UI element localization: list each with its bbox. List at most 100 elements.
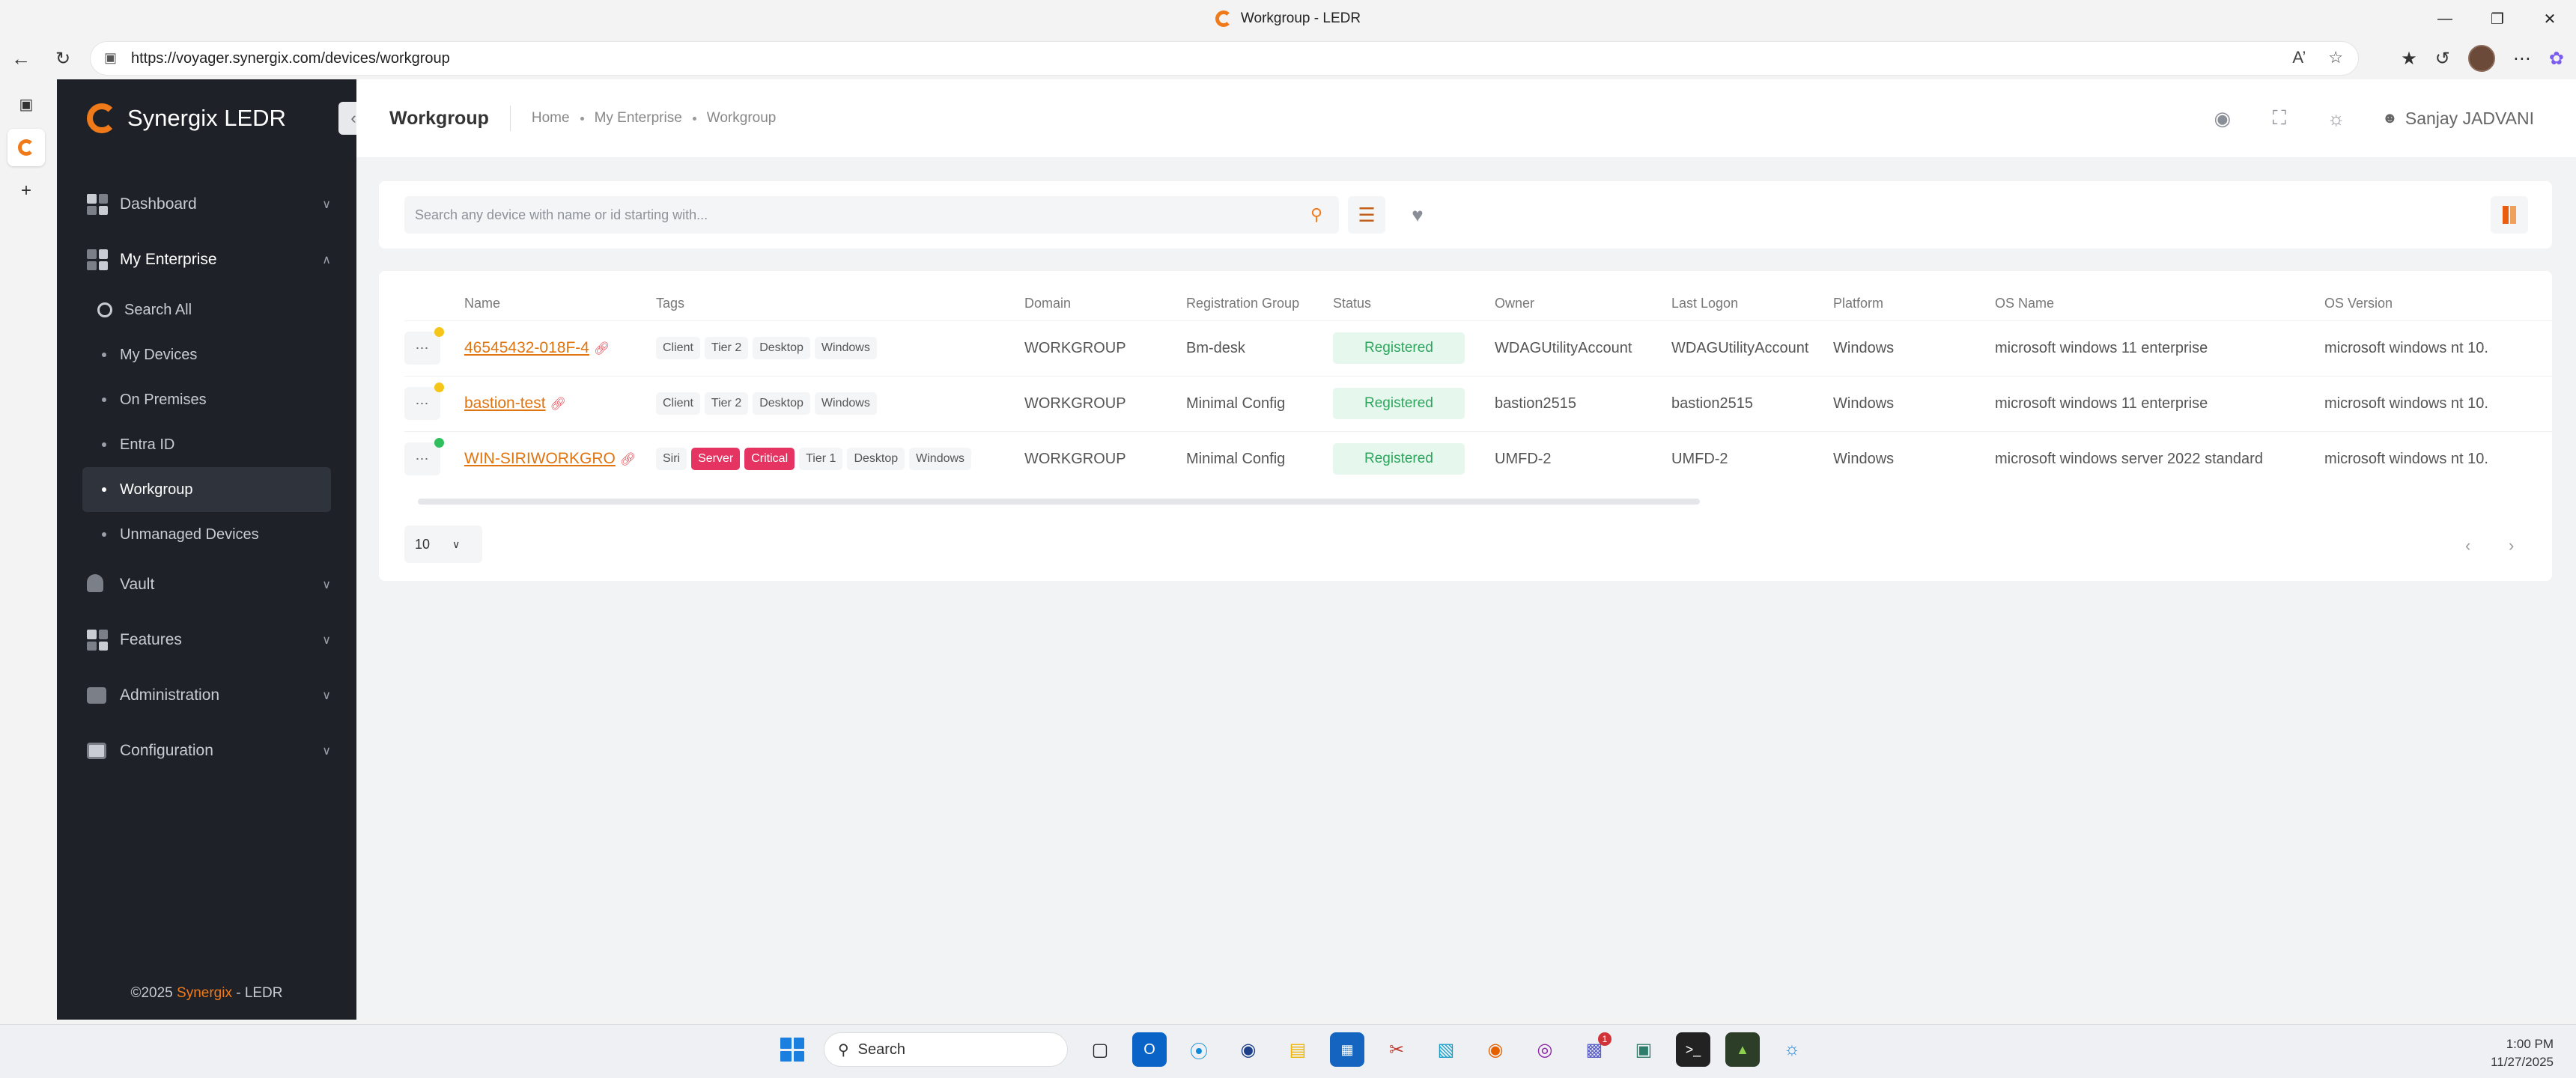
refresh-button[interactable]: ↻ xyxy=(42,37,84,79)
close-window-button[interactable]: ✕ xyxy=(2524,0,2576,37)
column-header[interactable]: Domain xyxy=(1024,287,1186,320)
device-tag[interactable]: Windows xyxy=(814,337,877,359)
password-manager-icon[interactable]: ◉ xyxy=(1231,1032,1266,1067)
globe-app-icon[interactable]: ☼ xyxy=(1775,1032,1809,1067)
read-aloud-icon[interactable]: A’ xyxy=(2292,48,2306,67)
column-header[interactable]: Last Logon xyxy=(1671,287,1833,320)
history-icon[interactable]: ↺ xyxy=(2435,48,2450,70)
sidebar-item-my-enterprise[interactable]: My Enterprise ∧ xyxy=(57,232,356,287)
table-row[interactable]: ⋯ 46545432-018F-4 🔗︎ Client Tier 2 Desktop Win… xyxy=(404,320,2552,376)
table-row[interactable]: ⋯ bastion-test 🔗︎ Client Tier 2 Desktop Window… xyxy=(404,375,2552,431)
device-tag[interactable]: Tier 1 xyxy=(799,448,843,471)
row-actions-button[interactable]: ⋯ xyxy=(404,332,440,365)
registration-group-cell: Minimal Config xyxy=(1186,375,1333,431)
filter-button[interactable]: ☰ xyxy=(1348,196,1385,234)
device-name-link[interactable]: bastion-test xyxy=(464,395,546,412)
sidebar-item-entra-id[interactable]: Entra ID xyxy=(82,422,331,467)
footer-suffix: - LEDR xyxy=(231,985,283,1001)
favorites-button[interactable]: ♥ xyxy=(1399,196,1436,234)
outlook-icon[interactable]: O xyxy=(1132,1032,1167,1067)
firefox-icon[interactable]: ◉ xyxy=(1478,1032,1513,1067)
edge-icon[interactable]: ⦿ xyxy=(1182,1032,1216,1067)
start-button[interactable] xyxy=(776,1033,809,1066)
snipping-tool-icon[interactable]: ✂ xyxy=(1379,1032,1414,1067)
previous-page-button[interactable]: ‹ xyxy=(2465,536,2470,555)
row-actions-button[interactable]: ⋯ xyxy=(404,442,440,476)
device-tag[interactable]: Windows xyxy=(814,392,877,415)
device-tag[interactable]: Desktop xyxy=(753,392,810,415)
page-size-select[interactable]: 10 ∨ xyxy=(404,526,482,563)
new-tab-button[interactable]: + xyxy=(7,172,45,210)
device-search-input[interactable] xyxy=(415,207,1298,223)
file-explorer-icon[interactable]: ▤ xyxy=(1281,1032,1315,1067)
mask-app-icon[interactable]: ◎ xyxy=(1528,1032,1562,1067)
sqlyog-icon[interactable]: ▲ xyxy=(1725,1032,1760,1067)
sidebar-item-unmanaged-devices[interactable]: Unmanaged Devices xyxy=(82,512,331,557)
minimize-button[interactable]: — xyxy=(2419,0,2471,37)
device-tag[interactable]: Windows xyxy=(909,448,972,471)
column-header[interactable]: OS Name xyxy=(1995,287,2324,320)
office-icon[interactable]: ▧ xyxy=(1429,1032,1463,1067)
shield-status-icon[interactable]: ◉ xyxy=(2211,107,2234,130)
sidebar-item-search-all[interactable]: Search All xyxy=(82,287,331,332)
more-menu-icon[interactable]: ⋯ xyxy=(2513,48,2531,70)
brand[interactable]: Synergix LEDR xyxy=(57,79,356,157)
device-tag[interactable]: Desktop xyxy=(753,337,810,359)
search-icon[interactable]: ⚲ xyxy=(1310,205,1330,225)
restore-button[interactable]: ❐ xyxy=(2471,0,2524,37)
next-page-button[interactable]: › xyxy=(2509,536,2514,555)
device-tag[interactable]: Critical xyxy=(744,448,795,471)
sidebar-item-features[interactable]: Features ∨ xyxy=(57,612,356,668)
site-info-icon[interactable]: ▣ xyxy=(104,50,121,67)
teams-icon[interactable]: ▩ 1 xyxy=(1577,1032,1611,1067)
device-tag[interactable]: Client xyxy=(656,337,700,359)
row-actions-button[interactable]: ⋯ xyxy=(404,387,440,420)
column-header[interactable]: Platform xyxy=(1833,287,1995,320)
column-header[interactable]: Status xyxy=(1333,287,1495,320)
device-tag[interactable]: Desktop xyxy=(847,448,905,471)
device-name-link[interactable]: 46545432-018F-4 xyxy=(464,339,589,356)
tab-ledr[interactable] xyxy=(7,129,45,166)
column-header[interactable]: Registration Group xyxy=(1186,287,1333,320)
column-header[interactable]: Tags xyxy=(656,287,1024,320)
sidebar-item-dashboard[interactable]: Dashboard ∨ xyxy=(57,177,356,232)
theme-toggle-icon[interactable]: ☼ xyxy=(2325,107,2348,130)
table-row[interactable]: ⋯ WIN-SIRIWORKGRO 🔗︎ Siri Server Critical Tier… xyxy=(404,430,2552,487)
column-layout-button[interactable] xyxy=(2491,196,2528,234)
sidebar-item-my-devices[interactable]: My Devices xyxy=(82,332,331,377)
terminal-icon[interactable]: >_ xyxy=(1676,1032,1710,1067)
sidebar-item-administration[interactable]: Administration ∨ xyxy=(57,668,356,723)
platform-cell: Windows xyxy=(1833,430,1995,487)
photo-viewer-icon[interactable]: ▣ xyxy=(1626,1032,1661,1067)
device-name-link[interactable]: WIN-SIRIWORKGRO xyxy=(464,450,616,467)
device-tag[interactable]: Tier 2 xyxy=(704,392,749,415)
sidebar-item-on-premises[interactable]: On Premises xyxy=(82,377,331,422)
copilot-icon[interactable]: ✿ xyxy=(2549,48,2564,70)
task-view-icon[interactable]: ▢ xyxy=(1083,1032,1117,1067)
device-tag[interactable]: Tier 2 xyxy=(704,337,749,359)
column-header[interactable]: OS Version xyxy=(2324,287,2552,320)
device-tag[interactable]: Server xyxy=(691,448,741,471)
breadcrumb-my-enterprise[interactable]: My Enterprise xyxy=(595,110,682,127)
device-tag[interactable]: Siri xyxy=(656,448,687,471)
device-tag[interactable]: Client xyxy=(656,392,700,415)
store-icon[interactable]: ▦ xyxy=(1330,1032,1364,1067)
sidebar-item-vault[interactable]: Vault ∨ xyxy=(57,557,356,612)
profile-avatar[interactable] xyxy=(2467,45,2495,72)
favorite-star-icon[interactable]: ☆ xyxy=(2328,48,2343,67)
scan-icon[interactable]: ⛶ xyxy=(2268,106,2291,130)
back-button[interactable]: ← xyxy=(0,37,42,79)
column-header[interactable]: Name xyxy=(464,287,656,320)
system-clock[interactable]: 1:00 PM 11/27/2025 xyxy=(2491,1035,2554,1071)
horizontal-scrollbar[interactable] xyxy=(418,499,1700,505)
sidebar-item-configuration[interactable]: Configuration ∨ xyxy=(57,723,356,779)
page-header: Workgroup Home My Enterprise Workgroup ◉… xyxy=(356,79,2576,157)
tab-actions-icon[interactable]: ▣ xyxy=(7,85,45,123)
sidebar-item-workgroup[interactable]: Workgroup xyxy=(82,467,331,512)
favorites-icon[interactable]: ★ xyxy=(2401,48,2417,70)
user-menu[interactable]: ☻ Sanjay JADVANI xyxy=(2382,109,2534,129)
taskbar-search[interactable]: ⚲ Search xyxy=(824,1032,1068,1067)
column-header[interactable]: Owner xyxy=(1495,287,1671,320)
address-bar[interactable]: ▣ https://voyager.synergix.com/devices/w… xyxy=(90,41,2359,76)
breadcrumb-home[interactable]: Home xyxy=(532,110,570,127)
